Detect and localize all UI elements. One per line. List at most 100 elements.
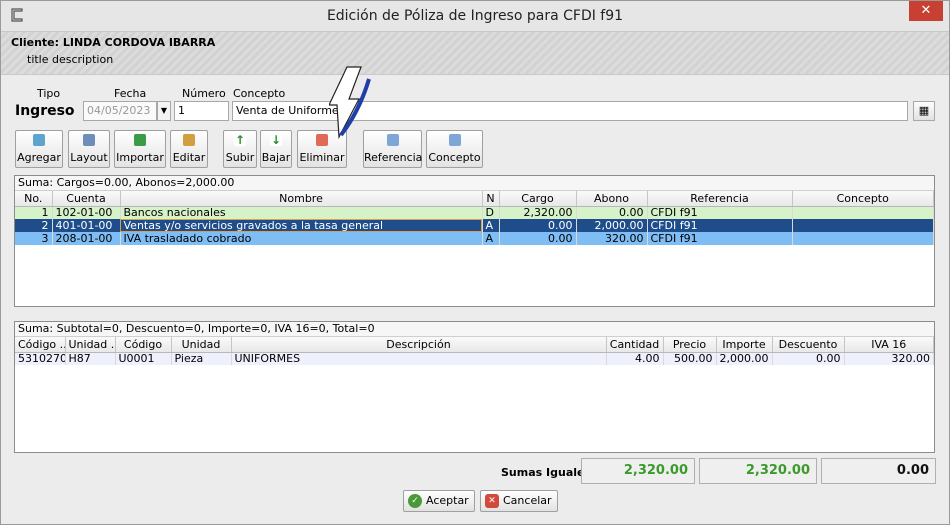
- layout-label: Layout: [70, 151, 108, 164]
- fecha-dropdown[interactable]: ▼: [157, 101, 171, 121]
- column-header[interactable]: Concepto: [792, 191, 934, 207]
- title-bar: Edición de Póliza de Ingreso para CFDI f…: [1, 1, 949, 31]
- total-cargos: 2,320.00: [581, 458, 695, 484]
- cell-unidad: Pieza: [171, 352, 232, 365]
- agregar-label: Agregar: [17, 151, 61, 164]
- bajar-button[interactable]: ↓ Bajar: [260, 130, 292, 168]
- cell-cuenta: 208-01-00: [52, 232, 121, 245]
- numero-field[interactable]: 1: [174, 101, 229, 121]
- fecha-field[interactable]: 04/05/2023: [83, 101, 157, 121]
- cell-codigo-sat: 53102700: [15, 352, 66, 365]
- total-abonos: 2,320.00: [699, 458, 817, 484]
- annotation-arrow-icon: [329, 66, 371, 140]
- cell-importe: 2,000.00: [716, 352, 773, 365]
- column-header[interactable]: Precio: [663, 337, 717, 353]
- column-header[interactable]: IVA 16: [844, 337, 934, 353]
- polizas-table-panel: Suma: Cargos=0.00, Abonos=2,000.00 No. C…: [14, 175, 935, 307]
- arrow-up-icon: ↑: [234, 133, 246, 147]
- column-header[interactable]: Código: [115, 337, 172, 353]
- column-header[interactable]: Cantidad: [606, 337, 664, 353]
- tipo-label: Tipo: [37, 87, 61, 100]
- table-row[interactable]: 2 401-01-00 Ventas y/o servicios gravado…: [15, 219, 934, 232]
- cell-no: 1: [15, 206, 53, 219]
- cell-no: 2: [15, 219, 53, 232]
- arrow-down-icon: ↓: [270, 133, 282, 147]
- reference-icon: [386, 134, 399, 146]
- client-name: Cliente: LINDA CORDOVA IBARRA: [11, 36, 216, 49]
- column-header[interactable]: Importe: [716, 337, 773, 353]
- cell-n: D: [482, 206, 500, 219]
- cell-cantidad: 4.00: [606, 352, 664, 365]
- cell-no: 3: [15, 232, 53, 245]
- dialog-window: Edición de Póliza de Ingreso para CFDI f…: [0, 0, 950, 525]
- close-button[interactable]: ✕: [909, 1, 943, 21]
- add-icon: [33, 134, 45, 146]
- cell-referencia: CFDI f91: [647, 219, 793, 232]
- conceptos-header-row: Código ... Unidad ... Código Unidad Desc…: [15, 337, 934, 353]
- column-header[interactable]: Unidad ...: [65, 337, 116, 353]
- agregar-button[interactable]: Agregar: [15, 130, 63, 168]
- importar-label: Importar: [116, 151, 164, 164]
- column-header[interactable]: Abono: [576, 191, 648, 207]
- title-description: title description: [27, 53, 114, 66]
- subir-button[interactable]: ↑ Subir: [223, 130, 257, 168]
- table-row[interactable]: 53102700 H87 U0001 Pieza UNIFORMES 4.00 …: [15, 352, 934, 365]
- column-header[interactable]: Cargo: [499, 191, 577, 207]
- cell-abono: 2,000.00: [576, 219, 648, 232]
- conceptos-table-panel: Suma: Subtotal=0, Descuento=0, Importe=0…: [14, 321, 935, 453]
- concepto-tool-label: Concepto: [428, 151, 481, 164]
- column-header[interactable]: Cuenta: [52, 191, 121, 207]
- cell-nombre: Ventas y/o servicios gravados a la tasa …: [120, 219, 483, 232]
- importar-button[interactable]: Importar: [114, 130, 166, 168]
- table-row[interactable]: 1 102-01-00 Bancos nacionales D 2,320.00…: [15, 206, 934, 219]
- delete-icon: [316, 134, 328, 146]
- referencia-label: Referencia: [364, 151, 423, 164]
- column-header[interactable]: Referencia: [647, 191, 793, 207]
- window-title: Edición de Póliza de Ingreso para CFDI f…: [326, 8, 624, 24]
- cancel-icon: ✕: [485, 494, 499, 508]
- cell-descripcion: UNIFORMES: [231, 352, 607, 365]
- column-header[interactable]: No.: [15, 191, 53, 207]
- column-header[interactable]: Descuento: [772, 337, 845, 353]
- concepto-button[interactable]: Concepto: [426, 130, 483, 168]
- check-icon: ✓: [408, 494, 422, 508]
- cell-codigo: U0001: [115, 352, 172, 365]
- layout-button[interactable]: Layout: [68, 130, 110, 168]
- column-header[interactable]: Nombre: [120, 191, 483, 207]
- layout-icon: [83, 134, 95, 146]
- client-header: Cliente: LINDA CORDOVA IBARRA title desc…: [1, 31, 949, 75]
- calendar-icon: ▦: [918, 104, 930, 117]
- cell-cargo: 0.00: [499, 219, 577, 232]
- cell-abono: 0.00: [576, 206, 648, 219]
- cell-referencia: CFDI f91: [647, 206, 793, 219]
- cell-cuenta: 401-01-00: [52, 219, 121, 232]
- total-diferencia: 0.00: [821, 458, 936, 484]
- table-row[interactable]: 3 208-01-00 IVA trasladado cobrado A 0.0…: [15, 232, 934, 245]
- concepto-label: Concepto: [233, 87, 286, 100]
- cell-referencia: CFDI f91: [647, 232, 793, 245]
- cell-n: A: [482, 232, 500, 245]
- concept-icon: [448, 134, 461, 146]
- numero-label: Número: [182, 87, 226, 100]
- column-header[interactable]: N: [482, 191, 500, 207]
- aceptar-button[interactable]: ✓ Aceptar: [403, 490, 475, 512]
- cell-unidad-sat: H87: [65, 352, 116, 365]
- fecha-label: Fecha: [114, 87, 147, 100]
- cell-nombre: IVA trasladado cobrado: [120, 232, 483, 245]
- excel-icon: [134, 134, 146, 146]
- cancelar-button[interactable]: ✕ Cancelar: [480, 490, 558, 512]
- cell-concepto: [792, 232, 934, 245]
- polizas-summary: Suma: Cargos=0.00, Abonos=2,000.00: [15, 176, 934, 191]
- column-header[interactable]: Unidad: [171, 337, 232, 353]
- polizas-header-row: No. Cuenta Nombre N Cargo Abono Referenc…: [15, 191, 934, 207]
- edit-icon: [183, 134, 195, 146]
- column-header[interactable]: Código ...: [15, 337, 66, 353]
- cell-descuento: 0.00: [772, 352, 845, 365]
- editar-button[interactable]: Editar: [170, 130, 208, 168]
- column-header[interactable]: Descripción: [231, 337, 607, 353]
- conceptos-table: Código ... Unidad ... Código Unidad Desc…: [15, 337, 934, 365]
- cell-nombre: Bancos nacionales: [120, 206, 483, 219]
- conceptos-summary: Suma: Subtotal=0, Descuento=0, Importe=0…: [15, 322, 934, 337]
- aceptar-label: Aceptar: [426, 494, 469, 507]
- calendar-button[interactable]: ▦: [913, 101, 935, 121]
